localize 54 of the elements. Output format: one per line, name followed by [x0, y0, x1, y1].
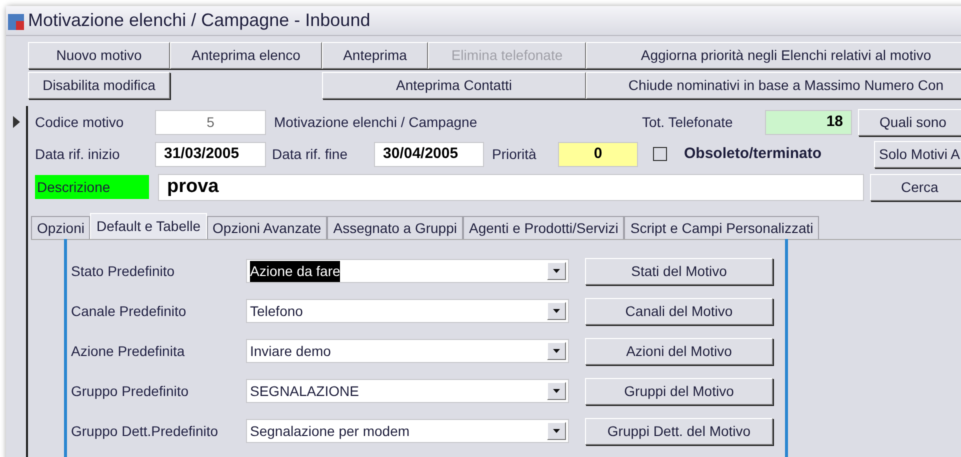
field-label: Tot. Telefonate	[642, 112, 734, 132]
field-label: Codice motivo	[35, 112, 125, 132]
dropdown-value: Segnalazione per modem	[250, 422, 410, 441]
toolbar-button[interactable]: Nuovo motivo	[28, 42, 170, 69]
checkbox[interactable]	[653, 147, 667, 161]
priority-field[interactable]: 0	[558, 142, 638, 166]
field-label: Gruppo Dett.Predefinito	[71, 422, 220, 441]
dropdown-field[interactable]: Telefono	[246, 299, 569, 323]
app-icon	[8, 12, 24, 30]
code-field[interactable]: 5	[155, 110, 266, 134]
table-button[interactable]: Canali del Motivo	[585, 298, 773, 324]
dropdown-field[interactable]: Azione da fare	[246, 259, 569, 283]
tab[interactable]: Agenti e Prodotti/Servizi	[462, 216, 624, 239]
total-calls-field[interactable]: 18	[765, 110, 852, 134]
window-title: Motivazione elenchi / Campagne - Inbound	[28, 9, 370, 32]
toolbar-button[interactable]: Aggiorna priorità negli Elenchi relativi al motivo	[586, 42, 961, 69]
table-button[interactable]: Gruppi Dett. del Motivo	[585, 418, 773, 444]
tab[interactable]: Opzioni	[31, 216, 90, 239]
quali-sono-button[interactable]: Quali sono	[858, 108, 961, 136]
date-field[interactable]: 30/04/2005	[374, 142, 484, 166]
dropdown-value: Telefono	[250, 302, 303, 320]
field-label: Data rif. inizio	[35, 144, 121, 164]
tab[interactable]: Opzioni Avanzate	[206, 216, 328, 239]
field-label: Gruppo Predefinito	[71, 382, 190, 401]
tab[interactable]: Assegnato a Gruppi	[327, 216, 463, 239]
dropdown-value: SEGNALAZIONE	[250, 382, 359, 400]
field-label: Canale Predefinito	[71, 302, 188, 320]
dropdown-field[interactable]: Segnalazione per modem	[246, 419, 569, 443]
table-button[interactable]: Stati del Motivo	[585, 258, 773, 284]
toolbar-button[interactable]: Chiude nominativi in base a Massimo Numero Con	[586, 72, 961, 99]
field-label: Data rif. fine	[272, 144, 348, 164]
toolbar-button[interactable]: Anteprima	[322, 42, 428, 69]
date-field[interactable]: 31/03/2005	[155, 142, 266, 166]
field-label: Motivazione elenchi / Campagne	[274, 112, 478, 132]
field-label: Stato Predefinito	[71, 262, 176, 280]
tab[interactable]: Default e Tabelle	[90, 213, 207, 239]
field-label: Priorità	[492, 144, 538, 164]
dropdown-field[interactable]: SEGNALAZIONE	[246, 379, 569, 403]
record-pointer-icon	[12, 116, 20, 128]
solo-motivi-button[interactable]: Solo Motivi A	[874, 140, 961, 168]
toolbar-button[interactable]: Disabilita modifica	[28, 72, 170, 99]
toolbar-button[interactable]: Anteprima elenco	[170, 42, 322, 69]
description-field[interactable]: prova	[158, 174, 864, 200]
table-button[interactable]: Gruppi del Motivo	[585, 378, 773, 404]
tab[interactable]: Script e Campi Personalizzati	[624, 216, 820, 239]
search-button[interactable]: Cerca	[870, 174, 961, 200]
dropdown-value: Azione da fare	[250, 260, 340, 282]
dropdown-field[interactable]: Inviare demo	[246, 339, 569, 363]
dropdown-value: Inviare demo	[250, 342, 331, 360]
toolbar-button[interactable]: Anteprima Contatti	[322, 72, 586, 99]
field-label: Azione Predefinita	[71, 342, 186, 360]
table-button[interactable]: Azioni del Motivo	[585, 338, 773, 364]
description-label: Descrizione	[35, 175, 149, 199]
checkbox-label: Obsoleto/terminato	[684, 144, 823, 164]
